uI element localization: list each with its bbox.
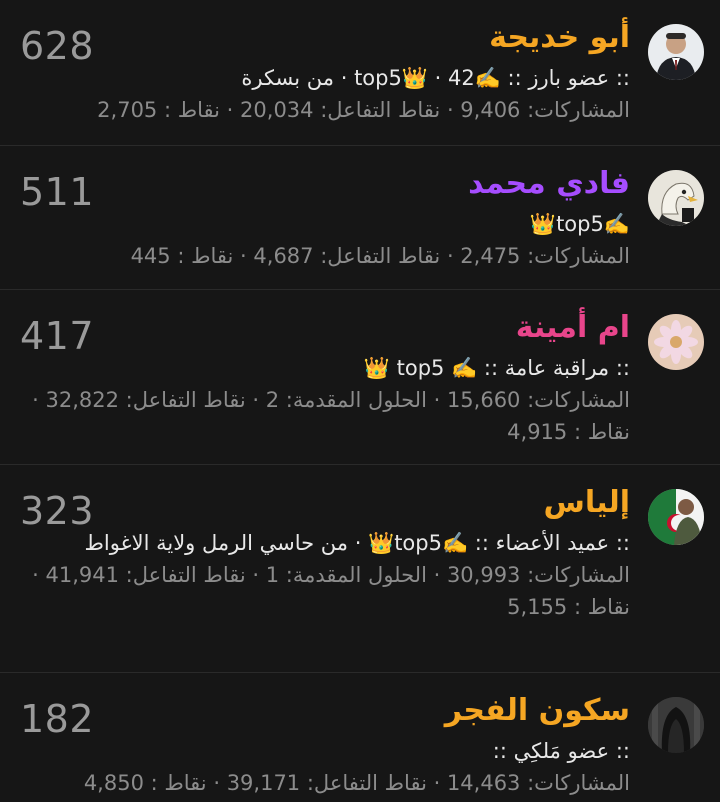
member-row[interactable]: 182 سكون الفجر :: عضو مَلكِي :: المشاركا…	[0, 673, 720, 802]
member-stats: المشاركات: 2,475 · نقاط التفاعل: 4,687 ·…	[130, 244, 630, 268]
member-row[interactable]: 323 إلياس :: عميد الأعضاء :: ✍️top5👑 · م…	[0, 465, 720, 673]
member-rank: :: مراقبة عامة :: ✍️ top5 👑	[363, 356, 630, 380]
member-row[interactable]: 417 ام أمينة :: مراقبة عامة :: ✍️ top5 👑…	[0, 290, 720, 465]
eagle-avatar[interactable]	[648, 170, 704, 226]
member-row[interactable]: 628 أبو خديجة :: عضو بارز :: ✍️top5👑 · 4…	[0, 0, 720, 146]
flower-avatar[interactable]	[648, 314, 704, 370]
member-rank: :: عميد الأعضاء :: ✍️top5👑 · من حاسي الر…	[84, 531, 630, 555]
member-stats: المشاركات: 15,660 · الحلول المقدمة: 2 · …	[32, 388, 630, 444]
member-stats: المشاركات: 9,406 · نقاط التفاعل: 20,034 …	[97, 98, 630, 122]
members-leaderboard: 628 أبو خديجة :: عضو بارز :: ✍️top5👑 · 4…	[0, 0, 720, 802]
flag-avatar[interactable]	[648, 489, 704, 545]
member-rank: ✍️top5👑	[529, 212, 630, 236]
member-row[interactable]: 511 فادي محمد ✍️top5👑 المشاركات: 2,475 ·…	[0, 146, 720, 290]
man-in-suit-avatar[interactable]	[648, 24, 704, 80]
member-rank: :: عضو بارز :: ✍️top5👑 · 42 · من بسكرة	[241, 66, 630, 90]
member-name[interactable]: ام أمينة	[20, 306, 630, 350]
member-name[interactable]: إلياس	[20, 481, 630, 525]
member-stats: المشاركات: 30,993 · الحلول المقدمة: 1 · …	[32, 563, 630, 619]
member-rank: :: عضو مَلكِي ::	[492, 739, 630, 763]
member-stats: المشاركات: 14,463 · نقاط التفاعل: 39,171…	[83, 771, 630, 795]
member-name[interactable]: فادي محمد	[20, 162, 630, 206]
member-name[interactable]: أبو خديجة	[20, 16, 630, 60]
hooded-figure-avatar[interactable]	[648, 697, 704, 753]
member-name[interactable]: سكون الفجر	[20, 689, 630, 733]
